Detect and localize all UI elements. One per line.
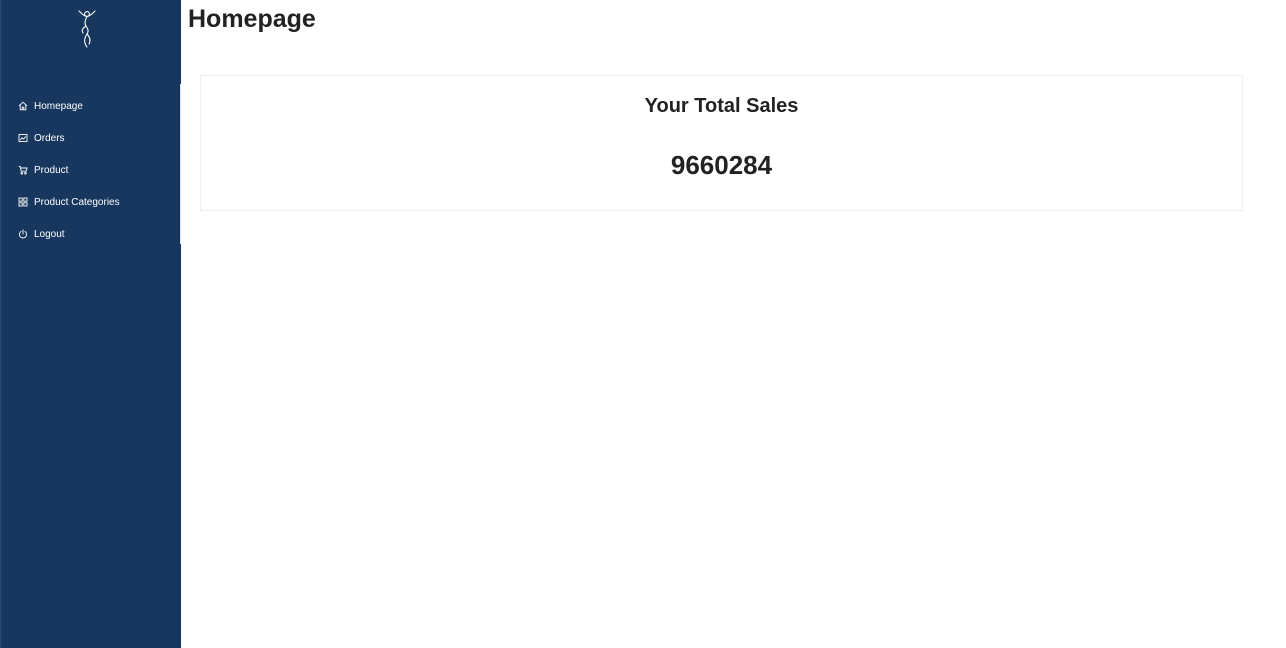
cart-icon xyxy=(18,165,28,175)
main-content: Homepage Your Total Sales 9660284 xyxy=(181,0,1286,648)
dancer-logo-icon[interactable] xyxy=(73,8,101,48)
sidebar-item-label: Product Categories xyxy=(34,196,120,208)
home-icon xyxy=(18,101,28,111)
app-root: Homepage Orders Product Product Categori… xyxy=(0,0,1286,648)
chart-icon xyxy=(18,133,28,143)
power-icon xyxy=(18,229,28,239)
sidebar-nav: Homepage Orders Product Product Categori… xyxy=(1,90,181,250)
page-title: Homepage xyxy=(188,5,316,33)
sidebar-item-product-categories[interactable]: Product Categories xyxy=(1,186,181,218)
sidebar-item-logout[interactable]: Logout xyxy=(1,218,181,250)
sidebar-item-homepage[interactable]: Homepage xyxy=(1,90,181,122)
sidebar-item-label: Product xyxy=(34,164,69,176)
grid-icon xyxy=(18,197,28,207)
sidebar-item-label: Logout xyxy=(34,228,65,240)
total-sales-card: Your Total Sales 9660284 xyxy=(200,75,1243,211)
sidebar: Homepage Orders Product Product Categori… xyxy=(0,0,182,648)
total-sales-value: 9660284 xyxy=(670,150,773,180)
sidebar-item-label: Homepage xyxy=(34,100,83,112)
sidebar-item-orders[interactable]: Orders xyxy=(1,122,181,154)
sidebar-item-label: Orders xyxy=(34,132,65,144)
sidebar-item-product[interactable]: Product xyxy=(1,154,181,186)
total-sales-title: Your Total Sales xyxy=(644,95,799,117)
